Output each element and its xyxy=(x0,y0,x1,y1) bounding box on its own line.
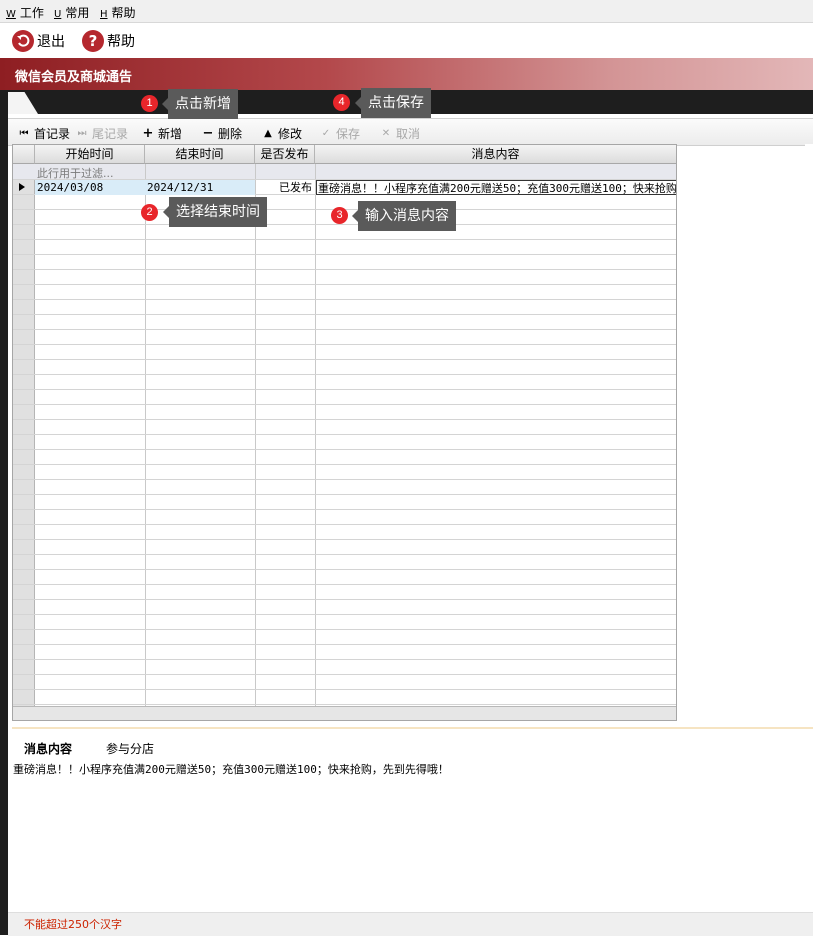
length-hint: 不能超过250个汉字 xyxy=(24,918,122,931)
grid-row-line xyxy=(13,284,676,285)
first-record-button[interactable]: ⏮ 首记录 xyxy=(18,125,71,142)
grid-vline xyxy=(145,164,146,720)
splitter[interactable] xyxy=(12,727,813,729)
grid-row-line xyxy=(13,569,676,570)
right-panel xyxy=(805,144,813,727)
tab-branches[interactable]: 参与分店 xyxy=(106,740,154,757)
record-nav-toolbar: ⏮ 首记录 ⏭ 尾记录 + 新增 − 删除 ▲ 修改 ✓ 保存 ✕ 取消 xyxy=(8,118,813,146)
last-record-icon: ⏭ xyxy=(77,128,87,139)
grid-row-line xyxy=(13,404,676,405)
main-toolbar: 退出 ? 帮助 xyxy=(0,23,813,57)
grid-row-line xyxy=(13,434,676,435)
grid-row-line xyxy=(13,449,676,450)
callout-badge-3: 3 xyxy=(331,207,348,224)
message-text[interactable]: 重磅消息！！小程序充值满200元赠送50；充值300元赠送100；快来抢购，先到… xyxy=(13,761,449,777)
grid-row-line xyxy=(13,554,676,555)
menu-common[interactable]: U 常用 xyxy=(54,4,89,21)
grid-row-line xyxy=(13,389,676,390)
left-frame xyxy=(0,114,8,935)
grid-row-line xyxy=(13,599,676,600)
message-content-editor[interactable]: 重磅消息！！小程序充值满200元赠送50；充值300元赠送100；快来抢购，先到… xyxy=(8,760,813,910)
edit-button[interactable]: ▲ 修改 xyxy=(262,125,302,142)
help-icon: ? xyxy=(82,30,104,52)
minus-icon: − xyxy=(202,126,214,141)
grid-row-line xyxy=(13,689,676,690)
grid-row-line xyxy=(13,629,676,630)
cancel-button[interactable]: ✕ 取消 xyxy=(380,125,420,142)
cell-start-time[interactable]: 2024/03/08 xyxy=(35,180,145,195)
notice-grid[interactable]: 开始时间 结束时间 是否发布 消息内容 此行用于过滤... 2024/03/08… xyxy=(12,144,677,721)
callout-badge-4: 4 xyxy=(333,94,350,111)
menu-work[interactable]: W 工作 xyxy=(6,4,44,21)
plus-icon: + xyxy=(142,126,154,141)
col-header-end-time[interactable]: 结束时间 xyxy=(145,145,255,164)
grid-row-line xyxy=(13,524,676,525)
col-header-published[interactable]: 是否发布 xyxy=(255,145,315,164)
callout-badge-2: 2 xyxy=(141,204,158,221)
delete-button[interactable]: − 删除 xyxy=(202,125,242,142)
cell-end-time[interactable]: 2024/12/31 xyxy=(145,180,255,195)
window-title-bar: 微信会员及商城通告 xyxy=(0,58,813,90)
save-button[interactable]: ✓ 保存 xyxy=(320,125,360,142)
grid-row-line xyxy=(13,464,676,465)
grid-row-line xyxy=(13,314,676,315)
window-title: 微信会员及商城通告 xyxy=(15,70,133,85)
detail-tabs: 消息内容 参与分店 xyxy=(8,732,813,761)
cell-content[interactable]: 重磅消息！！小程序充值满200元赠送50；充值300元赠送100；快来抢购，先到… xyxy=(316,180,676,195)
status-bar: 不能超过250个汉字 xyxy=(8,912,813,936)
callout-tip-1: 点击新增 xyxy=(162,89,238,119)
check-icon: ✓ xyxy=(321,128,331,139)
callout-badge-1: 1 xyxy=(141,95,158,112)
last-record-button[interactable]: ⏭ 尾记录 xyxy=(76,125,129,142)
add-button[interactable]: + 新增 xyxy=(142,125,182,142)
table-row[interactable]: 2024/03/08 2024/12/31 已发布 重磅消息！！小程序充值满20… xyxy=(35,180,676,195)
close-icon: ✕ xyxy=(381,128,391,139)
grid-row-line xyxy=(13,674,676,675)
grid-row-line xyxy=(13,374,676,375)
grid-vline xyxy=(315,164,316,720)
grid-row-line xyxy=(13,359,676,360)
grid-row-line xyxy=(13,479,676,480)
callout-tip-2: 选择结束时间 xyxy=(163,197,267,227)
menu-bar: W 工作 U 常用 H 帮助 xyxy=(0,0,813,23)
callout-tip-4: 点击保存 xyxy=(355,88,431,118)
grid-row-line xyxy=(13,644,676,645)
grid-row-line xyxy=(13,344,676,345)
triangle-up-icon: ▲ xyxy=(264,128,272,139)
grid-row-line xyxy=(13,239,676,240)
grid-footer xyxy=(13,706,676,720)
col-header-content[interactable]: 消息内容 xyxy=(315,145,676,164)
help-button[interactable]: ? 帮助 xyxy=(82,29,135,53)
grid-vline xyxy=(255,164,256,720)
grid-row-line xyxy=(13,329,676,330)
grid-row-line xyxy=(13,509,676,510)
cell-published[interactable]: 已发布 xyxy=(255,180,315,195)
current-row-arrow-icon xyxy=(19,183,25,191)
grid-row-line xyxy=(13,659,676,660)
menu-help[interactable]: H 帮助 xyxy=(100,4,136,21)
tab-message-content[interactable]: 消息内容 xyxy=(24,740,72,757)
grid-corner xyxy=(13,145,35,164)
callout-tip-3: 输入消息内容 xyxy=(352,201,456,231)
row-indicator-column xyxy=(13,179,35,706)
grid-row-line xyxy=(13,539,676,540)
grid-row-line xyxy=(13,494,676,495)
grid-row-line xyxy=(13,254,676,255)
col-header-start-time[interactable]: 开始时间 xyxy=(35,145,145,164)
first-record-icon: ⏮ xyxy=(19,128,29,139)
grid-row-line xyxy=(13,419,676,420)
exit-icon xyxy=(12,30,34,52)
grid-row-line xyxy=(13,224,676,225)
grid-row-line xyxy=(13,269,676,270)
exit-button[interactable]: 退出 xyxy=(12,29,65,53)
grid-row-line xyxy=(13,704,676,705)
grid-row-line xyxy=(13,614,676,615)
grid-row-line xyxy=(13,299,676,300)
grid-row-line xyxy=(13,584,676,585)
filter-row[interactable]: 此行用于过滤... xyxy=(13,164,676,180)
